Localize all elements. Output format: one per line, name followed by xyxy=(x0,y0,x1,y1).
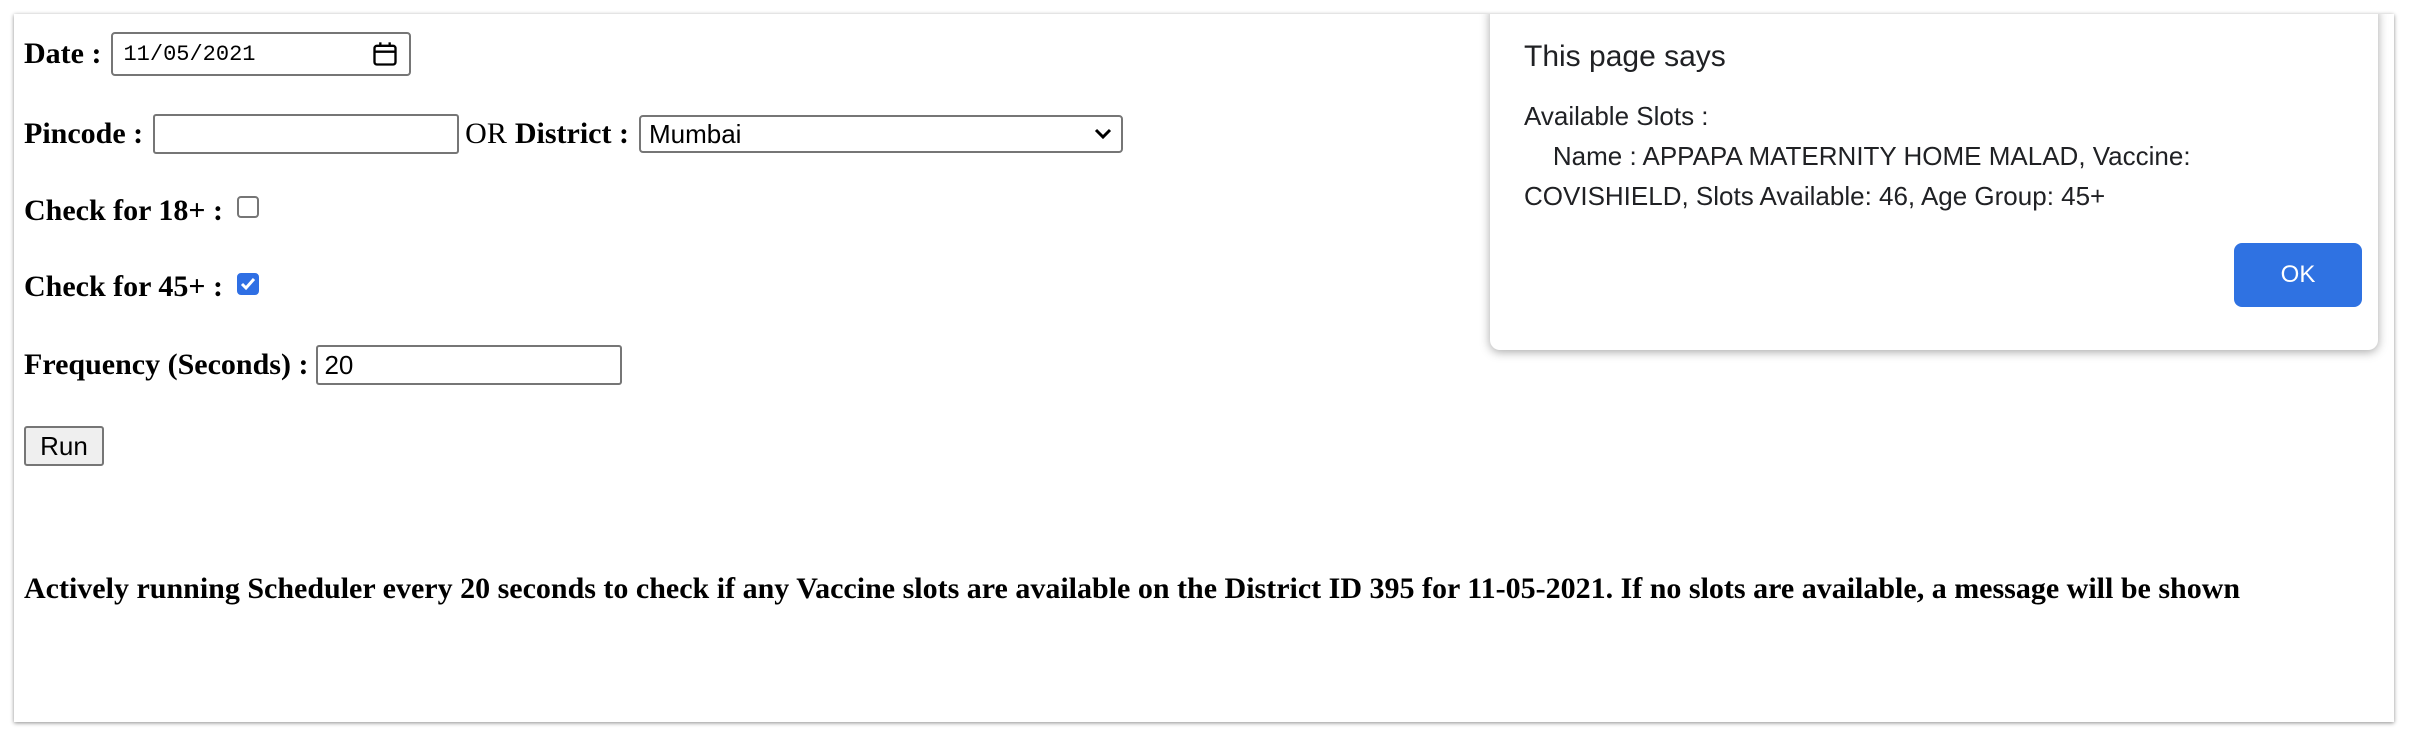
pincode-input[interactable] xyxy=(153,114,460,154)
alert-dialog: This page says Available Slots : Name : … xyxy=(1490,14,2378,350)
frequency-row: Frequency (Seconds) : 20 xyxy=(24,345,623,385)
district-label: District : xyxy=(514,117,629,150)
check18-checkbox[interactable] xyxy=(237,196,260,218)
district-select[interactable]: Mumbai xyxy=(638,115,1123,153)
chevron-down-icon xyxy=(1094,128,1112,140)
frequency-label: Frequency (Seconds) : xyxy=(24,348,309,381)
frequency-input[interactable]: 20 xyxy=(316,345,623,385)
check45-label: Check for 45+ : xyxy=(24,270,224,303)
scheduler-status-message: Actively running Scheduler every 20 seco… xyxy=(24,572,2241,605)
frequency-value: 20 xyxy=(324,349,354,380)
date-value: 11/05/2021 xyxy=(123,41,256,67)
check45-row: Check for 45+ : xyxy=(24,270,260,304)
date-label: Date : xyxy=(24,37,102,70)
check45-checkbox[interactable] xyxy=(237,273,260,295)
ok-button[interactable]: OK xyxy=(2234,243,2362,307)
calendar-icon[interactable] xyxy=(371,40,399,68)
run-button[interactable]: Run xyxy=(24,426,104,466)
district-selected-value: Mumbai xyxy=(648,118,742,149)
checkmark-icon xyxy=(240,278,256,291)
pincode-label: Pincode : xyxy=(24,117,144,150)
check18-row: Check for 18+ : xyxy=(24,194,260,228)
date-row: Date : 11/05/2021 xyxy=(24,32,412,76)
browser-page: Date : 11/05/2021 Pincode : OR District … xyxy=(14,14,2394,722)
location-row: Pincode : OR District : Mumbai xyxy=(24,114,1123,154)
check18-label: Check for 18+ : xyxy=(24,194,224,227)
or-text: OR xyxy=(465,117,507,150)
dialog-message: Available Slots : Name : APPAPA MATERNIT… xyxy=(1524,101,2191,211)
dialog-title: This page says xyxy=(1524,40,1726,73)
date-input[interactable]: 11/05/2021 xyxy=(111,32,412,76)
